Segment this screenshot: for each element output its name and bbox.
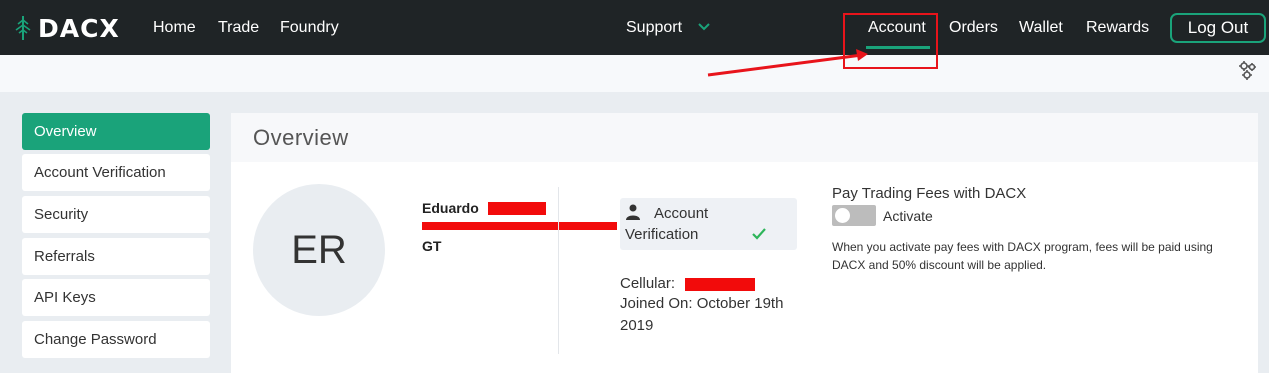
nav-trade[interactable]: Trade: [218, 19, 259, 37]
overview-panel: Overview ER Eduardo GT Account Verificat…: [231, 113, 1258, 373]
check-icon: [752, 228, 766, 240]
pay-fees-toggle[interactable]: [832, 205, 876, 226]
nav-orders[interactable]: Orders: [949, 19, 998, 37]
verification-label-line1: Account: [654, 205, 709, 222]
user-icon: [626, 204, 640, 220]
joined-date-line2: 2019: [620, 317, 654, 334]
verification-status-badge[interactable]: Account Verification: [620, 198, 797, 250]
nav-support[interactable]: Support: [626, 19, 682, 37]
dacx-leaf-icon: [15, 16, 31, 40]
sidebar-item-security[interactable]: Security: [22, 196, 210, 233]
sidebar-item-api-keys[interactable]: API Keys: [22, 279, 210, 316]
toggle-knob: [835, 208, 850, 223]
user-first-name: Eduardo: [422, 200, 479, 216]
redacted-last-name: [488, 202, 546, 215]
fees-description: When you activate pay fees with DACX pro…: [832, 240, 1213, 272]
nav-home[interactable]: Home: [153, 19, 196, 37]
sub-toolbar: [0, 55, 1269, 92]
nav-rewards[interactable]: Rewards: [1086, 19, 1149, 37]
user-country: GT: [422, 238, 442, 254]
joined-date-line1: Joined On: October 19th: [620, 295, 784, 312]
chevron-down-icon[interactable]: [697, 21, 711, 33]
redacted-phone: [685, 278, 755, 291]
top-navbar: DACX Home Trade Foundry Support Account …: [0, 0, 1269, 55]
nav-foundry[interactable]: Foundry: [280, 19, 339, 37]
nav-wallet[interactable]: Wallet: [1019, 19, 1063, 37]
fees-title: Pay Trading Fees with DACX: [832, 185, 1027, 202]
panel-header: Overview: [231, 113, 1258, 162]
annotation-arrow: [707, 49, 868, 77]
logout-button[interactable]: Log Out: [1170, 13, 1266, 43]
redacted-email: [422, 222, 617, 230]
cellular-label: Cellular:: [620, 275, 676, 292]
sidebar-item-overview[interactable]: Overview: [22, 113, 210, 150]
verification-label-line2: Verification: [625, 226, 699, 243]
page-title: Overview: [253, 125, 349, 150]
sidebar-item-change-password[interactable]: Change Password: [22, 321, 210, 358]
sidebar-item-referrals[interactable]: Referrals: [22, 238, 210, 275]
brand-name: DACX: [38, 13, 120, 43]
activate-label: Activate: [883, 208, 933, 224]
column-divider: [558, 187, 559, 354]
settings-gears-icon[interactable]: [1237, 59, 1259, 81]
sidebar-item-account-verification[interactable]: Account Verification: [22, 154, 210, 191]
dacx-logo[interactable]: DACX: [10, 13, 120, 43]
avatar: ER: [253, 184, 385, 316]
